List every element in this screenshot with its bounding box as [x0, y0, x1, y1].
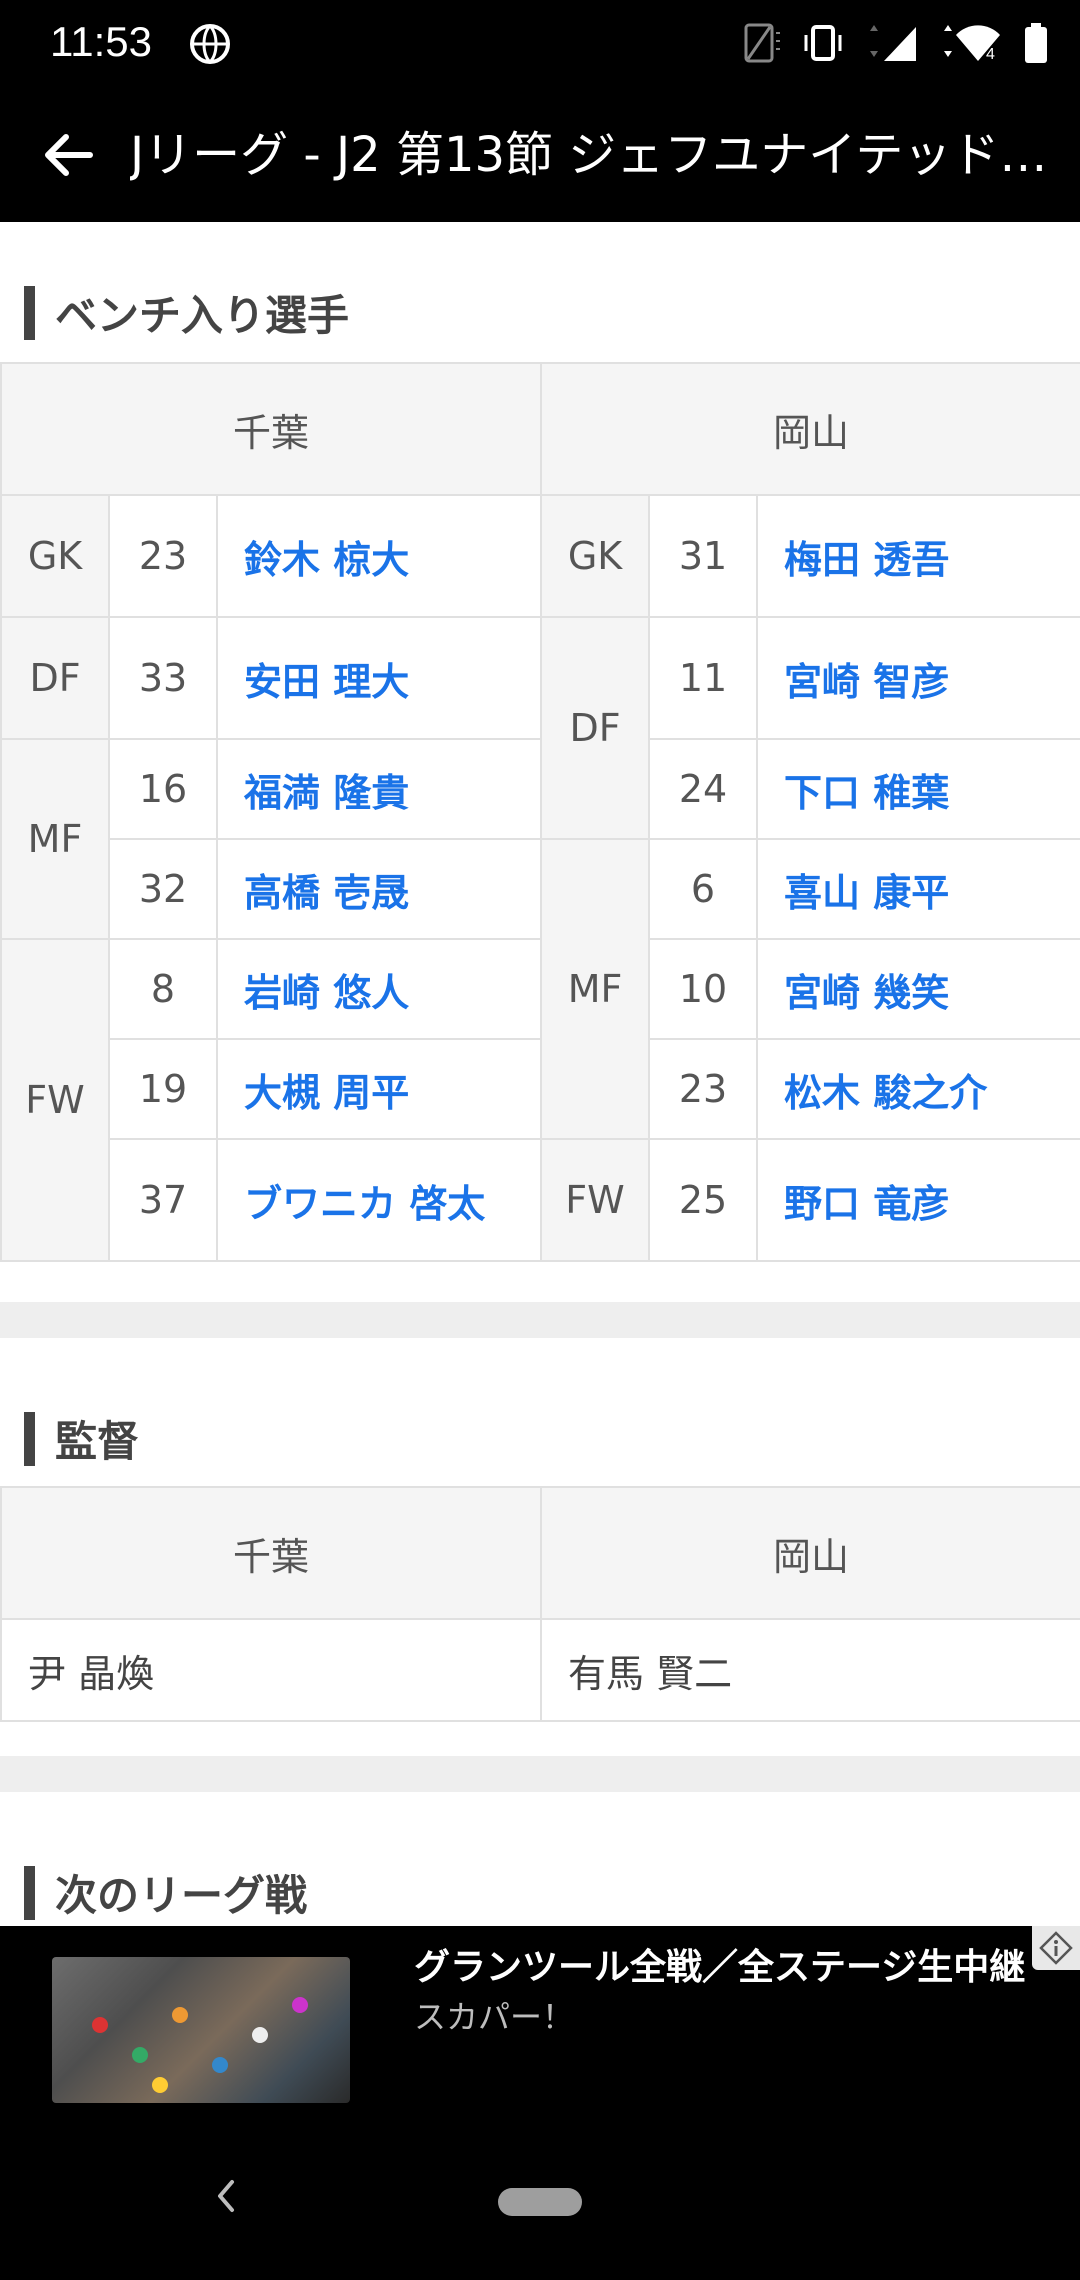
number-cell: 33	[108, 616, 218, 740]
table-row: MF 16 福満 隆貴 24 下口 稚葉	[0, 738, 1080, 940]
player-link[interactable]: 大槻 周平	[215, 1038, 543, 1140]
position-cell: FW	[540, 1138, 651, 1262]
number-cell: 37	[108, 1138, 218, 1262]
player-link[interactable]: 安田 理大	[215, 616, 543, 740]
number-cell: 19	[108, 1038, 218, 1140]
app-bar: Jリーグ - J2 第13節 ジェフユナイテッド千葉 vs ファジアーノ岡山	[0, 88, 1080, 222]
position-cell: GK	[540, 494, 651, 618]
ad-banner[interactable]: グランツール全戦／全ステージ生中継 スカパー！	[0, 1926, 1080, 2120]
table-row: FW 8 岩崎 悠人 10 宮崎 幾笑	[0, 938, 1080, 1262]
away-manager-name: 有馬 賢二	[540, 1618, 1080, 1722]
no-sim-icon	[742, 21, 782, 69]
number-cell: 23	[648, 1038, 759, 1140]
battery-icon	[1022, 21, 1050, 69]
player-link[interactable]: 野口 竜彦	[756, 1138, 1080, 1262]
number-cell: 25	[648, 1138, 759, 1262]
bench-away-team-header: 岡山	[540, 362, 1080, 496]
number-cell: 8	[108, 938, 218, 1040]
nav-home-pill-icon[interactable]	[498, 2188, 582, 2216]
page-title: Jリーグ - J2 第13節 ジェフユナイテッド千葉 vs ファジアーノ岡山	[130, 127, 1050, 183]
section-divider	[0, 1302, 1080, 1338]
wifi-icon: 4	[938, 21, 1004, 69]
table-row: 32 高橋 壱晟 MF 6 喜山 康平	[1, 838, 1080, 1140]
player-link[interactable]: ブワニカ 啓太	[215, 1138, 543, 1262]
arrow-left-icon[interactable]	[38, 125, 98, 185]
player-link[interactable]: 岩崎 悠人	[215, 938, 543, 1040]
player-link[interactable]: 高橋 壱晟	[215, 838, 543, 940]
manager-heading: 監督	[24, 1408, 139, 1469]
table-row: 19 大槻 周平 23 松木 駿之介	[1, 1038, 1080, 1140]
globe-icon	[188, 22, 232, 70]
status-bar: 11:53 4	[0, 0, 1080, 88]
player-link[interactable]: 松木 駿之介	[756, 1038, 1080, 1140]
position-cell: GK	[0, 494, 110, 618]
nav-back-icon[interactable]	[212, 2176, 238, 2220]
manager-home-team-header: 千葉	[0, 1486, 542, 1620]
vibrate-icon	[800, 21, 846, 69]
number-cell: 6	[648, 838, 759, 940]
status-time: 11:53	[50, 18, 152, 65]
section-divider	[0, 1756, 1080, 1792]
number-cell: 10	[648, 938, 759, 1040]
svg-text:4: 4	[986, 46, 995, 63]
bench-home-team-header: 千葉	[0, 362, 543, 496]
number-cell: 24	[648, 738, 759, 840]
number-cell: 31	[648, 494, 759, 618]
signal-icon	[864, 21, 920, 69]
player-link[interactable]: 下口 稚葉	[756, 738, 1080, 840]
nav-bar	[0, 2120, 1080, 2280]
next-match-heading: 次のリーグ戦	[24, 1862, 307, 1923]
position-cell: DF	[540, 616, 651, 840]
manager-away-team-header: 岡山	[540, 1486, 1080, 1620]
player-link[interactable]: 梅田 透吾	[756, 494, 1080, 618]
ad-image[interactable]	[52, 1957, 350, 2103]
player-link[interactable]: 鈴木 椋大	[215, 494, 543, 618]
player-link[interactable]: 宮崎 幾笑	[756, 938, 1080, 1040]
ad-subtitle: スカパー！	[414, 1998, 575, 2036]
table-row: DF 33 安田 理大 DF 11 宮崎 智彦	[0, 616, 1080, 840]
player-link[interactable]: 喜山 康平	[756, 838, 1080, 940]
position-cell: MF	[540, 838, 651, 1140]
player-link[interactable]: 宮崎 智彦	[756, 616, 1080, 740]
number-cell: 11	[648, 616, 759, 740]
bench-table: 千葉 岡山 GK 23 鈴木 椋大 GK 31 梅田 透吾 DF 33 安田 理…	[0, 362, 1080, 1262]
position-cell: DF	[0, 616, 110, 740]
position-cell: FW	[0, 938, 110, 1262]
table-row: 尹 晶煥 有馬 賢二	[0, 1618, 1080, 1722]
table-row: 37 ブワニカ 啓太 FW 25 野口 竜彦	[1, 1138, 1080, 1262]
table-row: GK 23 鈴木 椋大 GK 31 梅田 透吾	[0, 494, 1080, 618]
manager-table: 千葉 岡山 尹 晶煥 有馬 賢二	[0, 1486, 1080, 1722]
ad-title[interactable]: グランツール全戦／全ステージ生中継	[414, 1938, 1025, 1990]
player-link[interactable]: 福満 隆貴	[215, 738, 543, 840]
home-manager-name: 尹 晶煥	[0, 1618, 542, 1722]
number-cell: 16	[108, 738, 218, 840]
ad-info-icon[interactable]	[1032, 1926, 1080, 1970]
position-cell: MF	[0, 738, 110, 940]
bench-heading: ベンチ入り選手	[24, 282, 349, 343]
number-cell: 23	[108, 494, 218, 618]
number-cell: 32	[108, 838, 218, 940]
